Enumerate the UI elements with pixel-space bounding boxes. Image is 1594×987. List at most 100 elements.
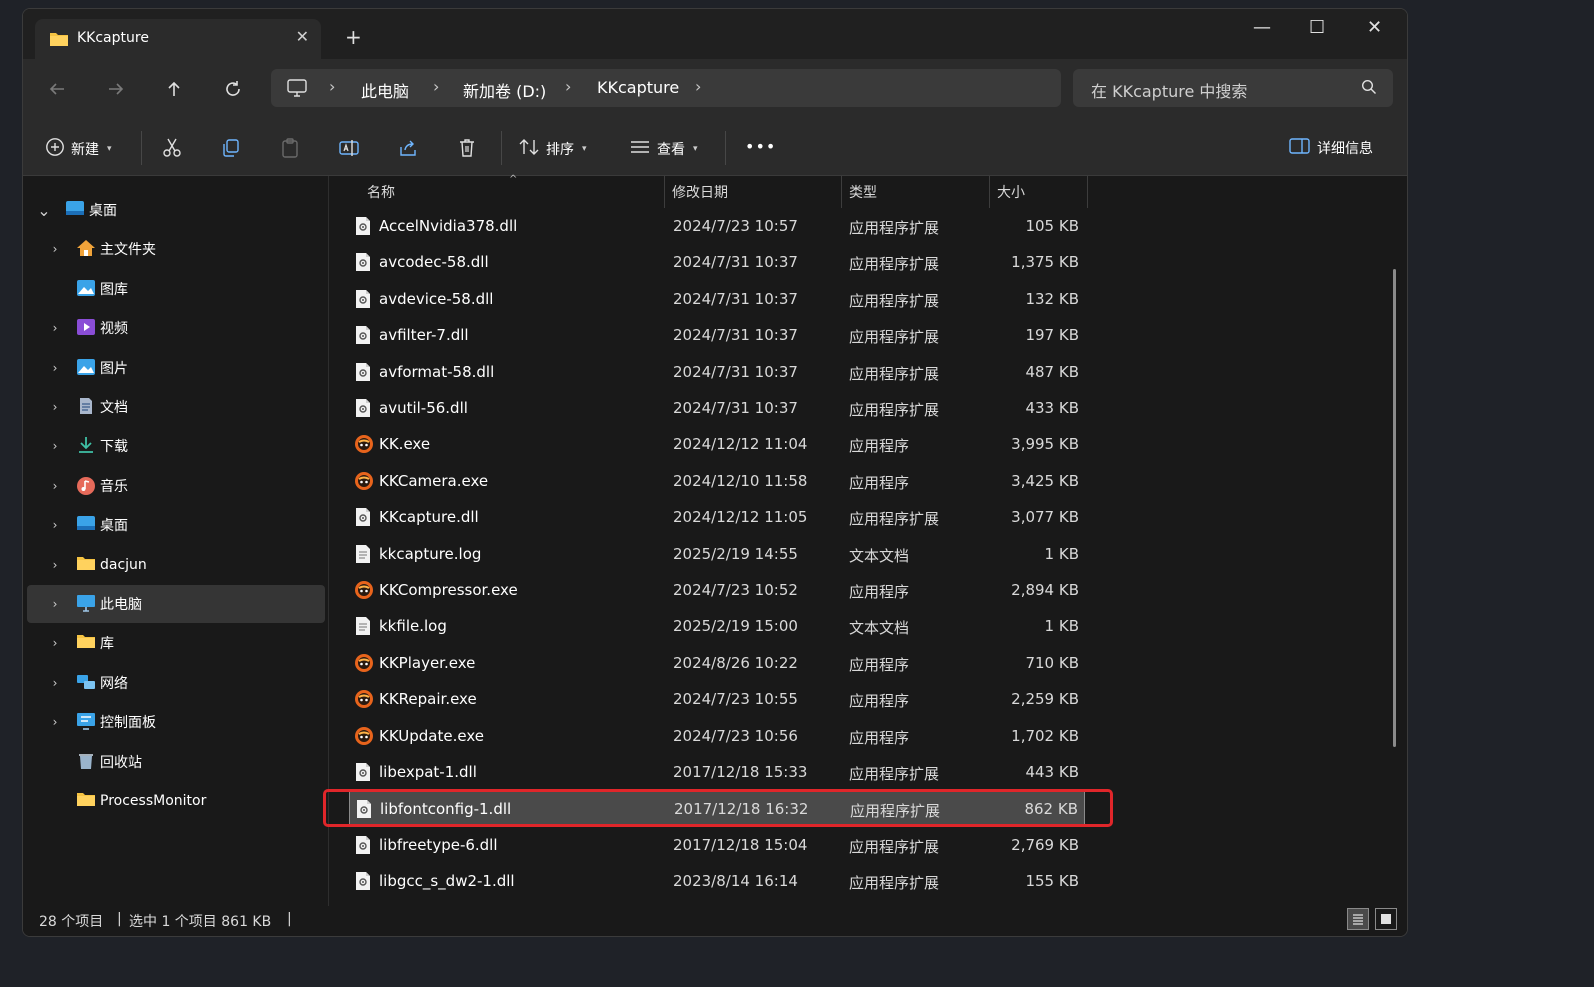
chevron-right-icon[interactable]: › [48,242,62,256]
file-row[interactable]: avfilter-7.dll 2024/7/31 10:37 应用程序扩展 197 K… [349,318,1085,352]
sidebar-item-label: 桌面 [100,518,128,535]
file-name: avcodec-58.dll [379,253,489,272]
tab-close-icon[interactable]: ✕ [296,27,309,46]
delete-icon[interactable] [456,137,478,159]
sidebar-item-6[interactable]: › 下载 [23,427,325,465]
file-date: 2024/7/23 10:57 [673,217,798,235]
new-button[interactable]: 新建 ▾ [45,137,112,161]
sidebar-item-9[interactable]: › dacjun [23,546,325,584]
sidebar-item-14[interactable]: 回收站 [23,743,325,781]
column-header-date[interactable]: 修改日期 [672,176,728,208]
column-header-size[interactable]: 大小 [997,176,1025,208]
minimize-button[interactable]: — [1253,17,1271,38]
rename-icon[interactable] [338,137,360,159]
breadcrumb-drive-d[interactable]: 新加卷 (D:) [463,78,546,102]
sidebar-item-3[interactable]: › 视频 [23,309,325,347]
tab-kkcapture[interactable]: KKcapture ✕ [35,19,321,59]
file-row[interactable]: libfreetype-6.dll 2017/12/18 15:04 应用程序扩展 2… [349,828,1085,862]
chevron-right-icon[interactable]: › [48,400,62,414]
file-date: 2017/12/18 15:04 [673,835,808,854]
share-icon[interactable] [397,137,419,159]
chevron-right-icon[interactable]: › [48,715,62,729]
sidebar-item-2[interactable]: 图库 [23,270,325,308]
back-icon[interactable] [45,77,69,101]
address-bar[interactable]: › 此电脑 › 新加卷 (D:) › KKcapture › [271,69,1061,107]
forward-icon[interactable] [104,77,128,101]
column-header-type[interactable]: 类型 [849,176,877,208]
breadcrumb-chevron-icon[interactable]: › [329,77,335,96]
file-row[interactable]: KKPlayer.exe 2024/8/26 10:22 应用程序 710 KB [349,646,1085,680]
file-row[interactable]: KKUpdate.exe 2024/7/23 10:56 应用程序 1,702 KB [349,719,1085,753]
column-divider[interactable] [841,176,842,208]
chevron-right-icon[interactable]: › [48,558,62,572]
chevron-right-icon[interactable]: › [48,321,62,335]
sidebar-item-label: 回收站 [100,754,142,771]
up-icon[interactable] [162,77,186,101]
file-size: 443 KB [1025,763,1079,781]
file-row[interactable]: kkcapture.log 2025/2/19 14:55 文本文档 1 KB [349,537,1085,571]
sidebar-item-0[interactable]: ⌄ 桌面 [23,191,325,229]
breadcrumb-this-pc[interactable]: 此电脑 [361,78,409,102]
file-row[interactable]: KKCamera.exe 2024/12/10 11:58 应用程序 3,425 KB [349,464,1085,498]
chevron-right-icon[interactable]: › [48,439,62,453]
file-row[interactable]: avcodec-58.dll 2024/7/31 10:37 应用程序扩展 1,375… [349,245,1085,279]
sort-button[interactable]: 排序 ▾ [518,137,587,161]
file-date: 2024/7/31 10:37 [673,289,798,308]
sidebar-item-10[interactable]: › 此电脑 [27,585,325,623]
file-row[interactable]: KKCompressor.exe 2024/7/23 10:52 应用程序 2,894… [349,573,1085,607]
file-row[interactable]: KKRepair.exe 2024/7/23 10:55 应用程序 2,259 KB [349,682,1085,716]
sidebar-item-1[interactable]: › 主文件夹 [23,230,325,268]
chevron-right-icon[interactable]: › [48,597,62,611]
search-icon [1361,79,1377,99]
file-size: 433 KB [1025,399,1079,417]
sidebar-item-15[interactable]: ProcessMonitor [23,782,325,820]
copy-icon[interactable] [220,137,242,159]
column-divider[interactable] [989,176,990,208]
refresh-icon[interactable] [221,77,245,101]
file-row[interactable]: AccelNvidia378.dll 2024/7/23 10:57 应用程序扩展 1… [349,209,1085,243]
sidebar-item-5[interactable]: › 文档 [23,388,325,426]
file-row[interactable]: avdevice-58.dll 2024/7/31 10:37 应用程序扩展 132 … [349,282,1085,316]
chevron-right-icon[interactable]: › [48,479,62,493]
maximize-button[interactable]: ☐ [1309,17,1325,38]
file-row[interactable]: kkfile.log 2025/2/19 15:00 文本文档 1 KB [349,609,1085,643]
cut-icon[interactable] [161,137,183,159]
file-size: 2,894 KB [1011,581,1079,599]
breadcrumb-kkcapture[interactable]: KKcapture [597,78,679,97]
details-view-icon[interactable] [1347,908,1369,930]
chevron-down-icon[interactable]: ⌄ [37,201,51,220]
close-button[interactable]: ✕ [1367,17,1382,38]
more-options-button[interactable]: ••• [745,137,776,156]
paste-icon[interactable] [279,137,301,159]
column-divider[interactable] [664,176,665,208]
chevron-right-icon[interactable]: › [48,518,62,532]
file-row[interactable]: KKcapture.dll 2024/12/12 11:05 应用程序扩展 3,077… [349,500,1085,534]
breadcrumb-chevron-icon[interactable]: › [433,77,439,96]
file-row[interactable]: libexpat-1.dll 2017/12/18 15:33 应用程序扩展 443 … [349,755,1085,789]
sidebar-item-13[interactable]: › 控制面板 [23,703,325,741]
file-row[interactable]: KK.exe 2024/12/12 11:04 应用程序 3,995 KB [349,427,1085,461]
sidebar-item-4[interactable]: › 图片 [23,349,325,387]
file-row[interactable]: libgcc_s_dw2-1.dll 2023/8/14 16:14 应用程序扩展 1… [349,864,1085,898]
vertical-scrollbar[interactable] [1393,269,1396,747]
chevron-right-icon[interactable]: › [48,361,62,375]
file-row[interactable]: avformat-58.dll 2024/7/31 10:37 应用程序扩展 487 … [349,355,1085,389]
details-pane-button[interactable]: 详细信息 [1289,137,1373,159]
sidebar-item-8[interactable]: › 桌面 [23,506,325,544]
exe-icon [354,580,374,600]
sidebar-item-12[interactable]: › 网络 [23,664,325,702]
chevron-right-icon[interactable]: › [48,676,62,690]
sidebar-item-11[interactable]: › 库 [23,624,325,662]
command-bar: 新建 ▾ 排序 ▾ 查看 ▾ ••• 详细信息 [23,119,1407,176]
sidebar-item-7[interactable]: › 音乐 [23,467,325,505]
chevron-right-icon[interactable]: › [48,636,62,650]
column-divider[interactable] [1087,176,1088,208]
view-button[interactable]: 查看 ▾ [629,137,698,161]
search-input[interactable]: 在 KKcapture 中搜索 [1073,69,1393,107]
breadcrumb-chevron-icon[interactable]: › [695,77,701,96]
breadcrumb-chevron-icon[interactable]: › [565,77,571,96]
thumbnail-view-icon[interactable] [1375,908,1397,930]
file-row[interactable]: avutil-56.dll 2024/7/31 10:37 应用程序扩展 433 KB [349,391,1085,425]
column-header-name[interactable]: 名称 [367,176,395,208]
new-tab-button[interactable]: + [345,25,362,49]
